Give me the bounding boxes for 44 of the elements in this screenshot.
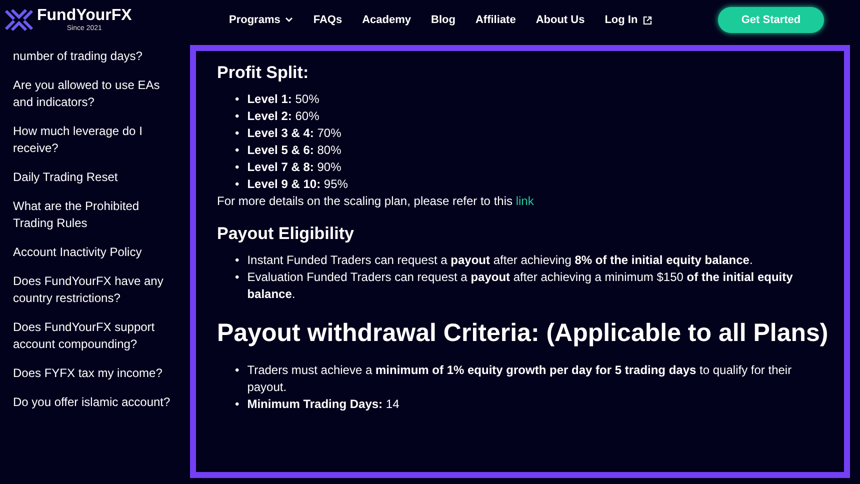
section-heading: Payout withdrawal Criteria: (Applicable to all Plans) xyxy=(217,318,830,349)
scaling-note: For more details on the scaling plan, please refer to this link xyxy=(217,193,535,210)
sidebar-link[interactable]: Account Inactivity Policy xyxy=(13,244,172,261)
bullet-text: Instant Funded Traders can request a payout after achieving 8% of the initial equity balance. xyxy=(247,252,753,269)
bullet-text: Minimum Trading Days: 14 xyxy=(247,396,400,413)
bullet-marker: • xyxy=(235,159,240,176)
bullet-text: Level 2: 60% xyxy=(247,108,320,125)
bullet-text: Evaluation Funded Traders can request a payout after achieving a minimum $150 of the initial equity balance. xyxy=(247,269,794,303)
bullet-text: Traders must achieve a minimum of 1% equity growth per day for 5 trading days to qualify for their payout. xyxy=(247,362,793,396)
bullet-text: Level 3 & 4: 70% xyxy=(247,125,342,142)
section-heading: Payout Eligibility xyxy=(217,224,355,244)
bullet-text: Level 1: 50% xyxy=(247,91,320,108)
scaling-plan-link[interactable]: link xyxy=(516,194,534,208)
bullet-text: Level 5 & 6: 80% xyxy=(247,142,342,159)
sidebar-link[interactable]: number of trading days? xyxy=(13,48,172,65)
sidebar-link[interactable]: Daily Trading Reset xyxy=(13,169,172,186)
sidebar-link[interactable]: Does FundYourFX support account compounding? xyxy=(13,319,172,353)
sidebar-link[interactable]: Are you allowed to use EAs and indicators? xyxy=(13,77,172,111)
bullet-marker: • xyxy=(235,252,240,269)
nav-link[interactable]: Academy xyxy=(362,14,412,26)
logo-wordmark: FundYourFX xyxy=(37,7,132,24)
nav-link[interactable]: Programs xyxy=(229,14,294,26)
nav-link[interactable]: About Us xyxy=(536,14,585,26)
nav-link[interactable]: Log In xyxy=(604,14,652,26)
bullet-marker: • xyxy=(235,362,240,379)
sidebar-link[interactable]: Does FYFX tax my income? xyxy=(13,365,172,382)
nav-link[interactable]: Affiliate xyxy=(475,14,516,26)
sidebar-link[interactable]: How much leverage do I receive? xyxy=(13,123,172,157)
bullet-marker: • xyxy=(235,142,240,159)
nav-link[interactable]: FAQs xyxy=(313,14,342,26)
bullet-marker: • xyxy=(235,108,240,125)
bullet-marker: • xyxy=(235,125,240,142)
bullet-marker: • xyxy=(235,269,240,286)
section-heading: Profit Split: xyxy=(217,63,310,83)
bullet-marker: • xyxy=(235,176,240,193)
logo-icon xyxy=(4,8,34,32)
bullet-marker: • xyxy=(235,91,240,108)
bullet-text: Level 7 & 8: 90% xyxy=(247,159,342,176)
bullet-marker: • xyxy=(235,396,240,413)
bullet-text: Level 9 & 10: 95% xyxy=(247,176,348,193)
nav-link[interactable]: Blog xyxy=(431,14,456,26)
sidebar-link[interactable]: Does FundYourFX have any country restrictions? xyxy=(13,273,172,307)
sidebar-link[interactable]: What are the Prohibited Trading Rules xyxy=(13,198,172,232)
sidebar-link[interactable]: Do you offer islamic account? xyxy=(13,394,172,411)
